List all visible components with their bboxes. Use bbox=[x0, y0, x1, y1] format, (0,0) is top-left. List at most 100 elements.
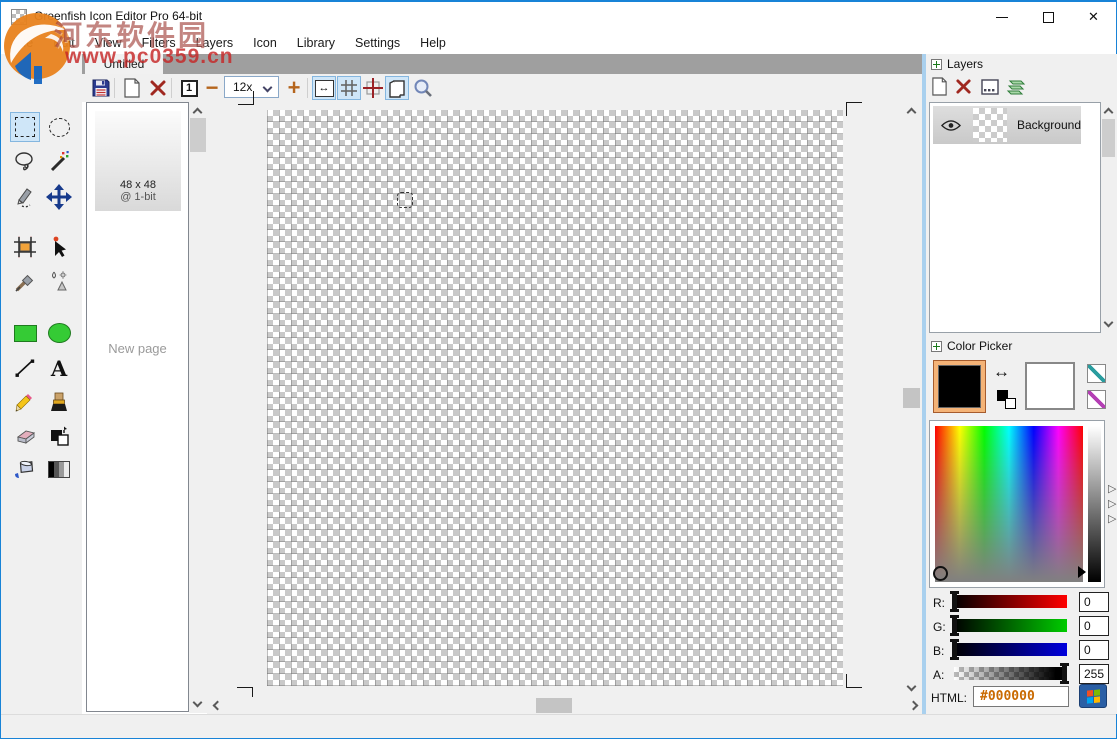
transparent-primary-button[interactable] bbox=[1087, 364, 1106, 383]
new-page-button[interactable] bbox=[120, 76, 144, 100]
a-value[interactable]: 255 bbox=[1079, 664, 1109, 684]
menu-help[interactable]: Help bbox=[410, 34, 456, 52]
r-slider[interactable] bbox=[954, 595, 1067, 608]
reset-colors-button[interactable] bbox=[997, 390, 1017, 410]
scroll-down-button[interactable] bbox=[189, 694, 206, 711]
canvas[interactable] bbox=[267, 110, 843, 686]
pages-toggle[interactable] bbox=[385, 76, 409, 100]
layer-delete-button[interactable] bbox=[955, 78, 972, 100]
b-slider[interactable] bbox=[954, 643, 1067, 656]
tool-eraser[interactable] bbox=[10, 421, 40, 451]
tool-gradient[interactable] bbox=[44, 454, 74, 484]
tool-brush[interactable] bbox=[44, 388, 74, 418]
value-bar-marker[interactable] bbox=[1078, 566, 1086, 578]
minimize-button[interactable] bbox=[979, 2, 1025, 32]
hue-saturation-field[interactable] bbox=[935, 426, 1083, 582]
a-slider-handle[interactable] bbox=[1062, 665, 1067, 682]
b-slider-handle[interactable] bbox=[952, 641, 957, 658]
r-value[interactable]: 0 bbox=[1079, 592, 1109, 612]
close-button[interactable]: ✕ bbox=[1071, 2, 1116, 32]
menu-layers[interactable]: Layers bbox=[186, 34, 244, 52]
canvas-vscrollbar[interactable] bbox=[901, 102, 922, 697]
g-slider-handle[interactable] bbox=[952, 617, 957, 634]
scroll-right-button[interactable] bbox=[905, 697, 922, 714]
tool-rectangle[interactable] bbox=[10, 318, 40, 348]
flatten-layers-button[interactable] bbox=[1005, 78, 1027, 101]
grid-toggle[interactable] bbox=[337, 76, 361, 100]
layers-scrollbar[interactable] bbox=[1101, 102, 1116, 333]
value-bar[interactable] bbox=[1088, 426, 1101, 582]
zoom-in-button[interactable]: + bbox=[282, 76, 306, 100]
tool-line[interactable] bbox=[10, 353, 40, 383]
tab-untitled[interactable]: Untitled bbox=[85, 54, 163, 74]
page-number-button[interactable]: 1 bbox=[177, 76, 201, 100]
panel-arrow-icon[interactable]: ▷ bbox=[1108, 484, 1116, 495]
r-slider-handle[interactable] bbox=[952, 593, 957, 610]
centerlines-toggle[interactable] bbox=[361, 76, 385, 100]
maximize-button[interactable] bbox=[1025, 2, 1071, 32]
tool-text[interactable]: A bbox=[44, 353, 74, 383]
fit-window-toggle[interactable]: ↔ bbox=[312, 76, 336, 100]
tool-magic-wand[interactable] bbox=[44, 147, 74, 177]
swap-colors-button[interactable]: ↔ bbox=[993, 362, 1010, 382]
tool-replace-color[interactable] bbox=[44, 421, 74, 451]
menu-library[interactable]: Library bbox=[287, 34, 345, 52]
scroll-down-button[interactable] bbox=[903, 678, 920, 695]
secondary-color-swatch[interactable] bbox=[1025, 362, 1075, 410]
tool-bucket-fill[interactable] bbox=[10, 454, 40, 484]
layer-properties-button[interactable] bbox=[981, 79, 999, 100]
new-page-item[interactable]: New page bbox=[87, 341, 188, 356]
layers-section-header[interactable]: Layers bbox=[931, 57, 983, 71]
scrollbar-thumb[interactable] bbox=[536, 698, 572, 713]
tool-crop[interactable] bbox=[10, 232, 40, 262]
expand-icon[interactable] bbox=[931, 59, 942, 70]
system-color-button[interactable] bbox=[1079, 684, 1107, 708]
pages-scrollbar[interactable] bbox=[189, 102, 207, 713]
g-value[interactable]: 0 bbox=[1079, 616, 1109, 636]
menu-file[interactable]: File bbox=[3, 34, 43, 52]
panel-arrow-icon[interactable]: ▷ bbox=[1108, 499, 1116, 510]
scroll-down-button[interactable] bbox=[1100, 314, 1117, 331]
tool-hotspot[interactable] bbox=[44, 232, 74, 262]
menu-icon[interactable]: Icon bbox=[243, 34, 287, 52]
zoom-out-button[interactable]: − bbox=[200, 76, 224, 100]
windows-logo-icon bbox=[1087, 689, 1100, 703]
primary-color-swatch[interactable] bbox=[933, 360, 986, 413]
tool-eyedropper[interactable] bbox=[10, 267, 40, 297]
scrollbar-thumb[interactable] bbox=[1102, 119, 1115, 157]
color-picker-section-header[interactable]: Color Picker bbox=[931, 339, 1012, 353]
tool-lasso[interactable] bbox=[10, 147, 40, 177]
scrollbar-thumb[interactable] bbox=[190, 118, 206, 152]
tool-pencil-selection[interactable] bbox=[10, 182, 40, 212]
delete-page-button[interactable] bbox=[146, 76, 170, 100]
expand-icon[interactable] bbox=[931, 341, 942, 352]
menu-filters[interactable]: Filters bbox=[132, 34, 186, 52]
transparent-secondary-button[interactable] bbox=[1087, 390, 1106, 409]
menu-edit[interactable]: Edit bbox=[43, 34, 85, 52]
visibility-eye-icon[interactable] bbox=[941, 119, 961, 132]
menu-view[interactable]: View bbox=[85, 34, 132, 52]
title-bar[interactable]: Greenfish Icon Editor Pro 64-bit ✕ bbox=[1, 2, 1116, 32]
zoom-tool-button[interactable] bbox=[411, 76, 435, 100]
g-slider[interactable] bbox=[954, 619, 1067, 632]
b-value[interactable]: 0 bbox=[1079, 640, 1109, 660]
tool-pencil[interactable] bbox=[10, 388, 40, 418]
tool-move[interactable] bbox=[44, 182, 74, 212]
page-thumbnail[interactable]: 48 x 48 @ 1-bit bbox=[95, 111, 181, 211]
scrollbar-thumb[interactable] bbox=[903, 388, 920, 408]
a-slider[interactable] bbox=[954, 667, 1067, 680]
canvas-hscrollbar[interactable] bbox=[207, 697, 922, 714]
tool-select-ellipse[interactable] bbox=[44, 112, 74, 142]
tool-ellipse[interactable] bbox=[44, 318, 74, 348]
scroll-left-button[interactable] bbox=[209, 697, 226, 714]
color-field-marker[interactable] bbox=[933, 566, 948, 581]
layer-row-background[interactable]: Background bbox=[933, 106, 1081, 144]
layer-new-button[interactable] bbox=[931, 77, 948, 101]
html-color-input[interactable] bbox=[973, 686, 1069, 707]
menu-settings[interactable]: Settings bbox=[345, 34, 410, 52]
tool-retouch[interactable] bbox=[44, 267, 74, 297]
save-button[interactable] bbox=[89, 76, 113, 100]
scroll-up-button[interactable] bbox=[903, 104, 920, 121]
tool-select-rectangle[interactable] bbox=[10, 112, 40, 142]
panel-arrow-icon[interactable]: ▷ bbox=[1108, 514, 1116, 525]
